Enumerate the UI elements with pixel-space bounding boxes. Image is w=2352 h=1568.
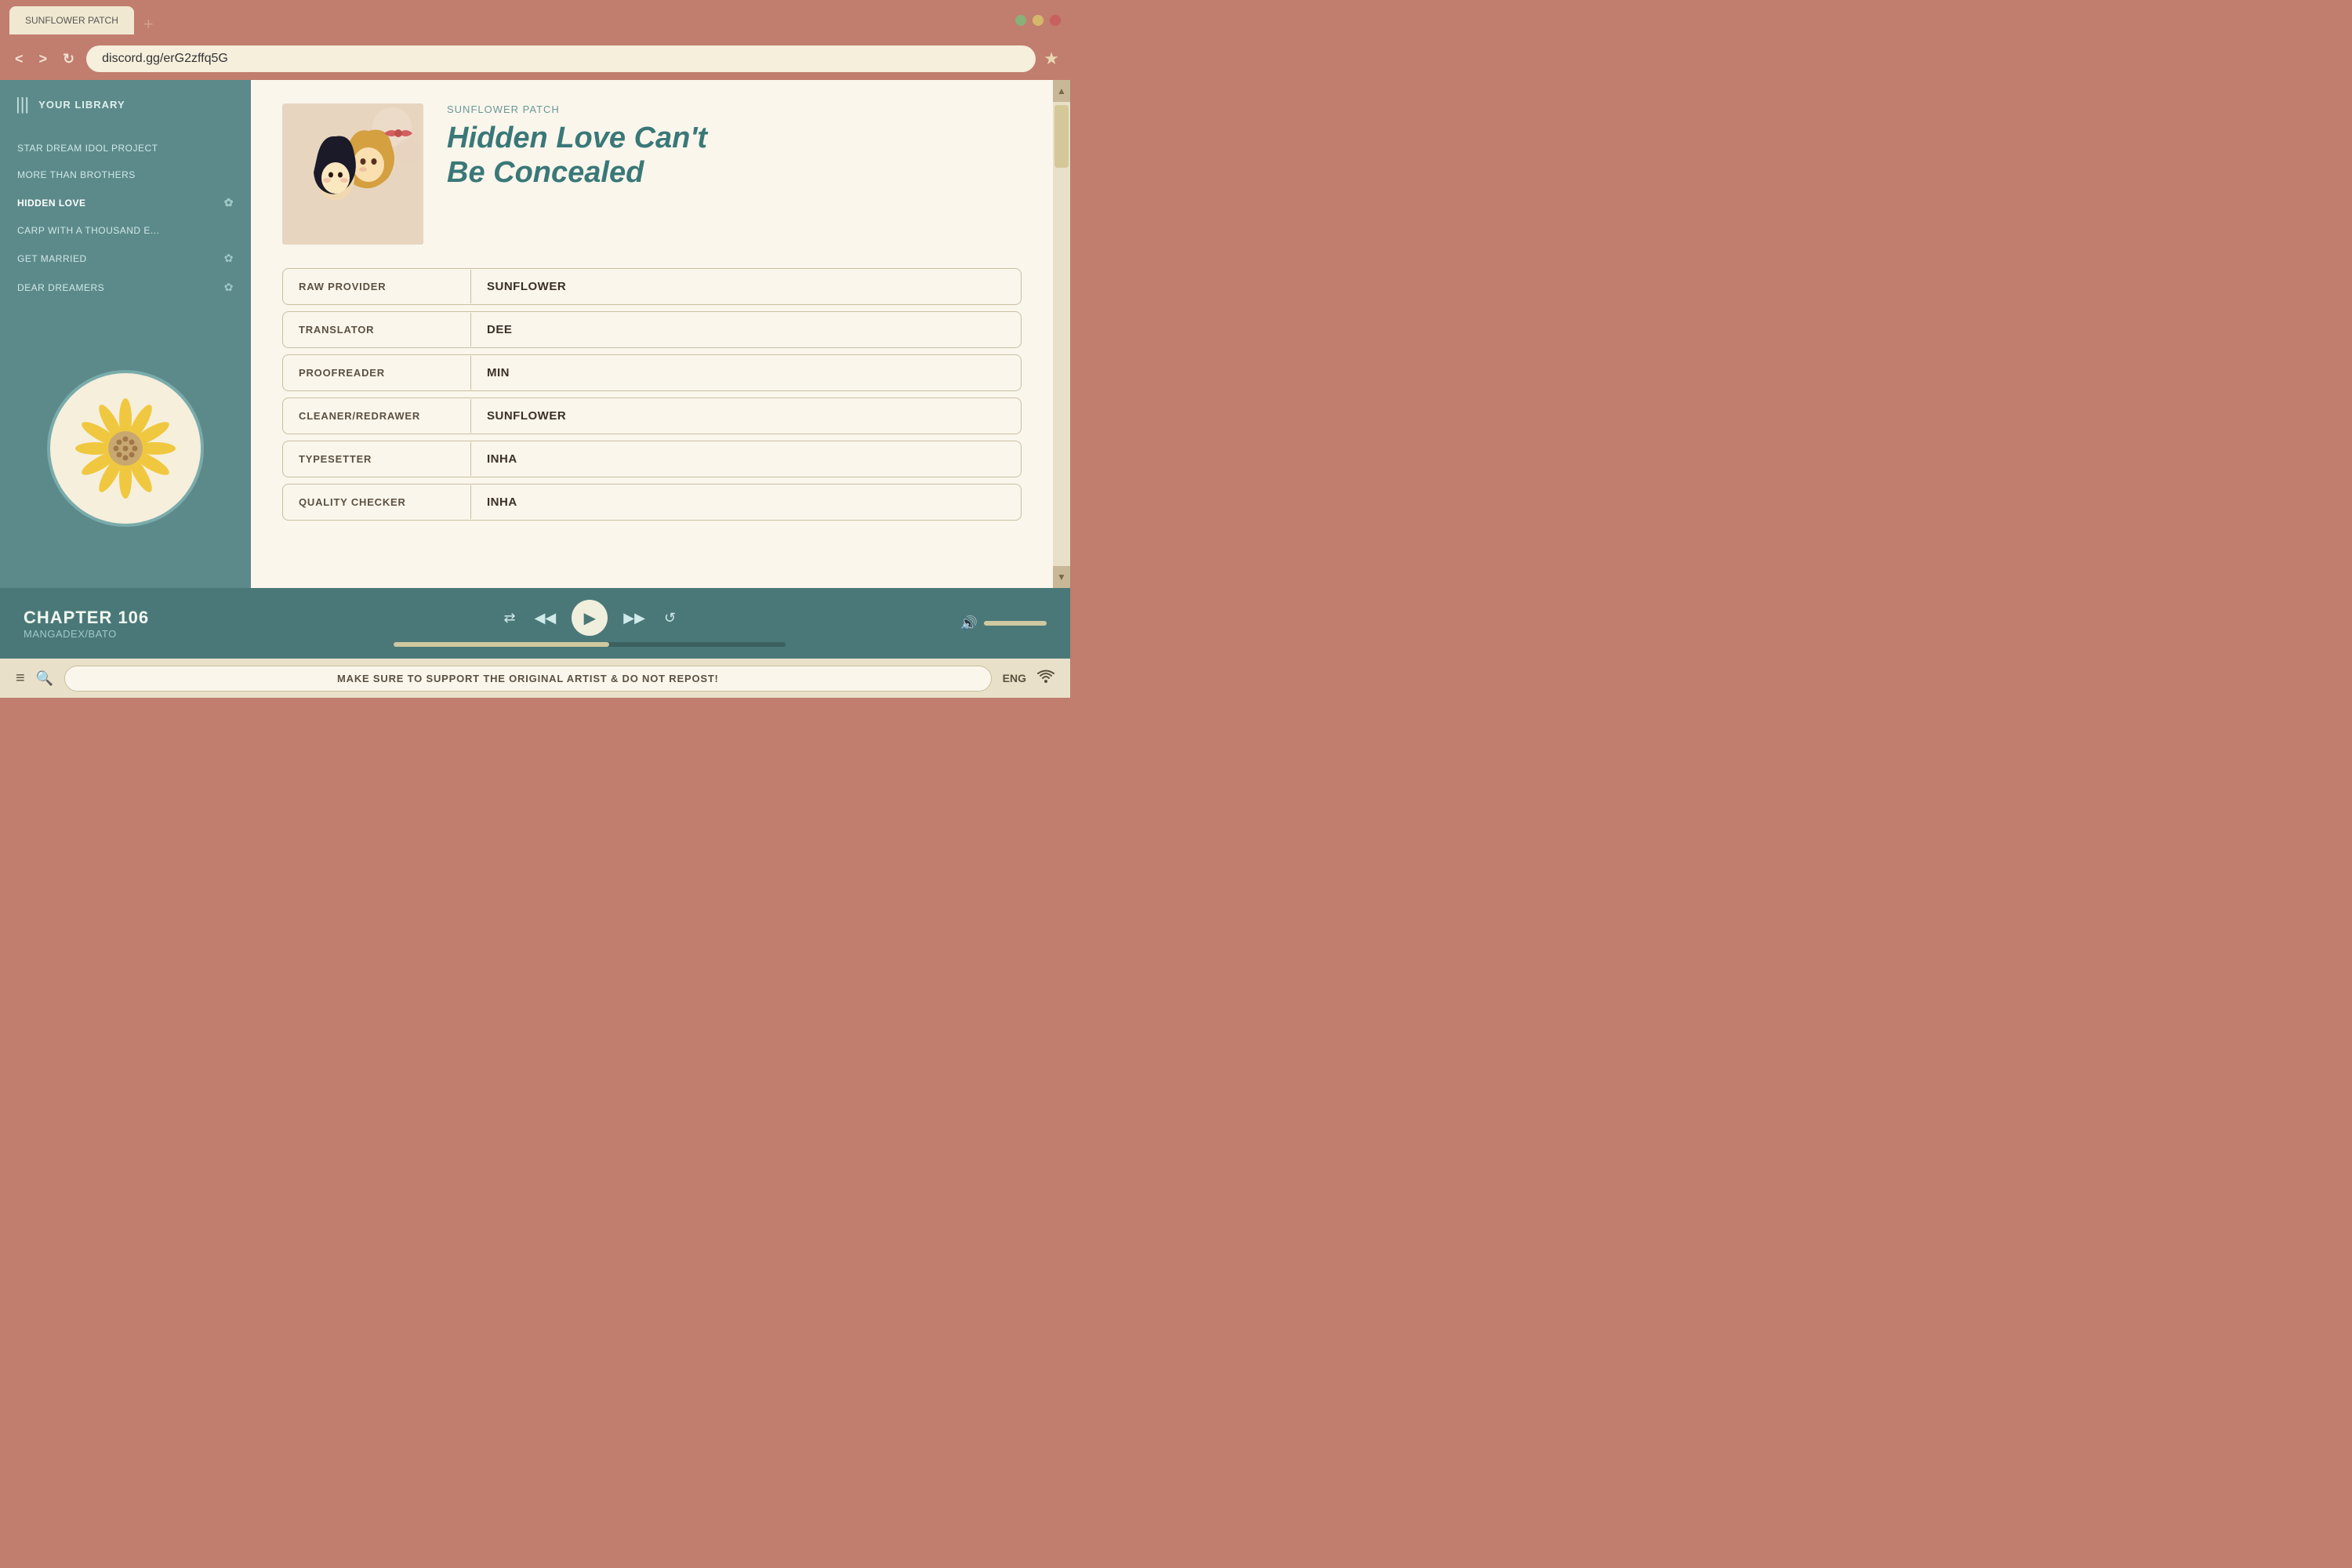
scroll-thumb[interactable] bbox=[1054, 105, 1069, 168]
credits-section: RAW PROVIDER SUNFLOWER TRANSLATOR DEE PR… bbox=[282, 268, 1022, 521]
flower-icon: ✿ bbox=[224, 281, 234, 294]
prev-button[interactable]: ◀◀ bbox=[532, 607, 560, 630]
sidebar-header: ||| YOUR LIBRARY bbox=[0, 80, 251, 129]
volume-control: 🔊 bbox=[960, 615, 1047, 632]
player-controls: ⇄ ◀◀ ▶ ▶▶ ↺ bbox=[235, 600, 945, 647]
main-layout: ||| YOUR LIBRARY STAR DREAM IDOL PROJECT… bbox=[0, 80, 1070, 588]
flower-icon: ✿ bbox=[224, 252, 234, 265]
language-selector[interactable]: ENG bbox=[1003, 672, 1026, 684]
credit-label: RAW PROVIDER bbox=[283, 270, 471, 303]
credit-value: INHA bbox=[471, 485, 533, 520]
sidebar-item-label: HIDDEN LOVE bbox=[17, 198, 86, 209]
sidebar-item-label: DEAR DREAMERS bbox=[17, 282, 104, 293]
sidebar-logo bbox=[0, 308, 251, 588]
series-info: SUNFLOWER PATCH Hidden Love Can't Be Con… bbox=[447, 103, 1022, 190]
tab-label: SUNFLOWER PATCH bbox=[25, 15, 118, 26]
maximize-button[interactable] bbox=[1033, 15, 1044, 26]
credit-value: MIN bbox=[471, 355, 525, 390]
cover-art bbox=[282, 103, 423, 245]
sidebar-item-hidden-love[interactable]: HIDDEN LOVE ✿ bbox=[0, 188, 251, 217]
play-button[interactable]: ▶ bbox=[572, 600, 608, 636]
content-panel: SUNFLOWER PATCH Hidden Love Can't Be Con… bbox=[251, 80, 1053, 588]
series-header: SUNFLOWER PATCH Hidden Love Can't Be Con… bbox=[282, 103, 1022, 245]
forward-button[interactable]: > bbox=[35, 49, 52, 69]
next-button[interactable]: ▶▶ bbox=[620, 607, 648, 630]
wifi-icon bbox=[1037, 670, 1054, 688]
close-button[interactable] bbox=[1050, 15, 1061, 26]
credit-label: TYPESETTER bbox=[283, 442, 471, 476]
tab-area: SUNFLOWER PATCH + bbox=[9, 6, 1015, 34]
credit-row-raw: RAW PROVIDER SUNFLOWER bbox=[282, 268, 1022, 305]
bookmark-button[interactable]: ★ bbox=[1044, 49, 1059, 69]
footer-notice: MAKE SURE TO SUPPORT THE ORIGINAL ARTIST… bbox=[64, 666, 992, 691]
window-controls bbox=[1015, 15, 1061, 26]
sidebar-title: YOUR LIBRARY bbox=[38, 99, 125, 111]
search-button[interactable]: 🔍 bbox=[36, 670, 53, 687]
credit-value: DEE bbox=[471, 312, 528, 347]
menu-button[interactable]: ≡ bbox=[16, 670, 25, 688]
credit-value: INHA bbox=[471, 441, 533, 477]
credit-row-cleaner: CLEANER/REDRAWER SUNFLOWER bbox=[282, 397, 1022, 434]
browser-chrome: SUNFLOWER PATCH + < > ↻ ★ bbox=[0, 0, 1070, 80]
credit-row-proofreader: PROOFREADER MIN bbox=[282, 354, 1022, 391]
scroll-down-button[interactable]: ▼ bbox=[1053, 566, 1070, 588]
credit-value: SUNFLOWER bbox=[471, 269, 582, 304]
sidebar-item-carp[interactable]: CARP WITH A THOUSAND E... bbox=[0, 217, 251, 244]
credit-value: SUNFLOWER bbox=[471, 398, 582, 434]
sidebar-item-label: CARP WITH A THOUSAND E... bbox=[17, 225, 159, 236]
volume-slider[interactable] bbox=[984, 621, 1047, 626]
minimize-button[interactable] bbox=[1015, 15, 1026, 26]
address-bar[interactable] bbox=[86, 45, 1036, 72]
player-source: MANGADEX/BATO bbox=[24, 628, 220, 640]
title-bar: SUNFLOWER PATCH + bbox=[0, 0, 1070, 41]
flower-icon: ✿ bbox=[224, 196, 234, 209]
progress-fill bbox=[394, 642, 609, 647]
new-tab-button[interactable]: + bbox=[137, 14, 160, 34]
sidebar-item-more-than-brothers[interactable]: MORE THAN BROTHERS bbox=[0, 162, 251, 188]
player-buttons: ⇄ ◀◀ ▶ ▶▶ ↺ bbox=[501, 600, 680, 636]
credit-row-typesetter: TYPESETTER INHA bbox=[282, 441, 1022, 477]
series-group: SUNFLOWER PATCH bbox=[447, 103, 1022, 115]
series-cover bbox=[282, 103, 423, 245]
credit-label: TRANSLATOR bbox=[283, 313, 471, 347]
sidebar-list: STAR DREAM IDOL PROJECT MORE THAN BROTHE… bbox=[0, 129, 251, 308]
sidebar-item-label: MORE THAN BROTHERS bbox=[17, 169, 136, 180]
sidebar: ||| YOUR LIBRARY STAR DREAM IDOL PROJECT… bbox=[0, 80, 251, 588]
footer-bar: ≡ 🔍 MAKE SURE TO SUPPORT THE ORIGINAL AR… bbox=[0, 659, 1070, 698]
volume-icon: 🔊 bbox=[960, 615, 978, 632]
series-title: Hidden Love Can't Be Concealed bbox=[447, 122, 1022, 190]
sunflower-svg bbox=[71, 394, 180, 503]
sidebar-item-dear-dreamers[interactable]: DEAR DREAMERS ✿ bbox=[0, 273, 251, 302]
sidebar-item-label: GET MARRIED bbox=[17, 253, 87, 264]
sidebar-item-get-married[interactable]: GET MARRIED ✿ bbox=[0, 244, 251, 273]
credit-label: PROOFREADER bbox=[283, 356, 471, 390]
player-chapter: CHAPTER 106 bbox=[24, 608, 220, 628]
player-bar: CHAPTER 106 MANGADEX/BATO ⇄ ◀◀ ▶ ▶▶ ↺ 🔊 bbox=[0, 588, 1070, 659]
sidebar-item-label: STAR DREAM IDOL PROJECT bbox=[17, 143, 158, 154]
progress-bar[interactable] bbox=[394, 642, 786, 647]
credit-row-qc: QUALITY CHECKER INHA bbox=[282, 484, 1022, 521]
scrollbar: ▲ ▼ bbox=[1053, 80, 1070, 588]
scroll-up-button[interactable]: ▲ bbox=[1053, 80, 1070, 102]
reload-button[interactable]: ↻ bbox=[59, 49, 78, 69]
credit-label: QUALITY CHECKER bbox=[283, 485, 471, 519]
sidebar-item-star-dream[interactable]: STAR DREAM IDOL PROJECT bbox=[0, 135, 251, 162]
sunflower-circle bbox=[47, 370, 204, 527]
nav-bar: < > ↻ ★ bbox=[0, 41, 1070, 80]
back-button[interactable]: < bbox=[11, 49, 27, 69]
credit-row-translator: TRANSLATOR DEE bbox=[282, 311, 1022, 348]
active-tab[interactable]: SUNFLOWER PATCH bbox=[9, 6, 134, 34]
library-icon: ||| bbox=[16, 94, 29, 114]
player-track-info: CHAPTER 106 MANGADEX/BATO bbox=[24, 608, 220, 640]
repeat-button[interactable]: ↺ bbox=[661, 607, 679, 630]
shuffle-button[interactable]: ⇄ bbox=[501, 607, 519, 630]
credit-label: CLEANER/REDRAWER bbox=[283, 399, 471, 433]
